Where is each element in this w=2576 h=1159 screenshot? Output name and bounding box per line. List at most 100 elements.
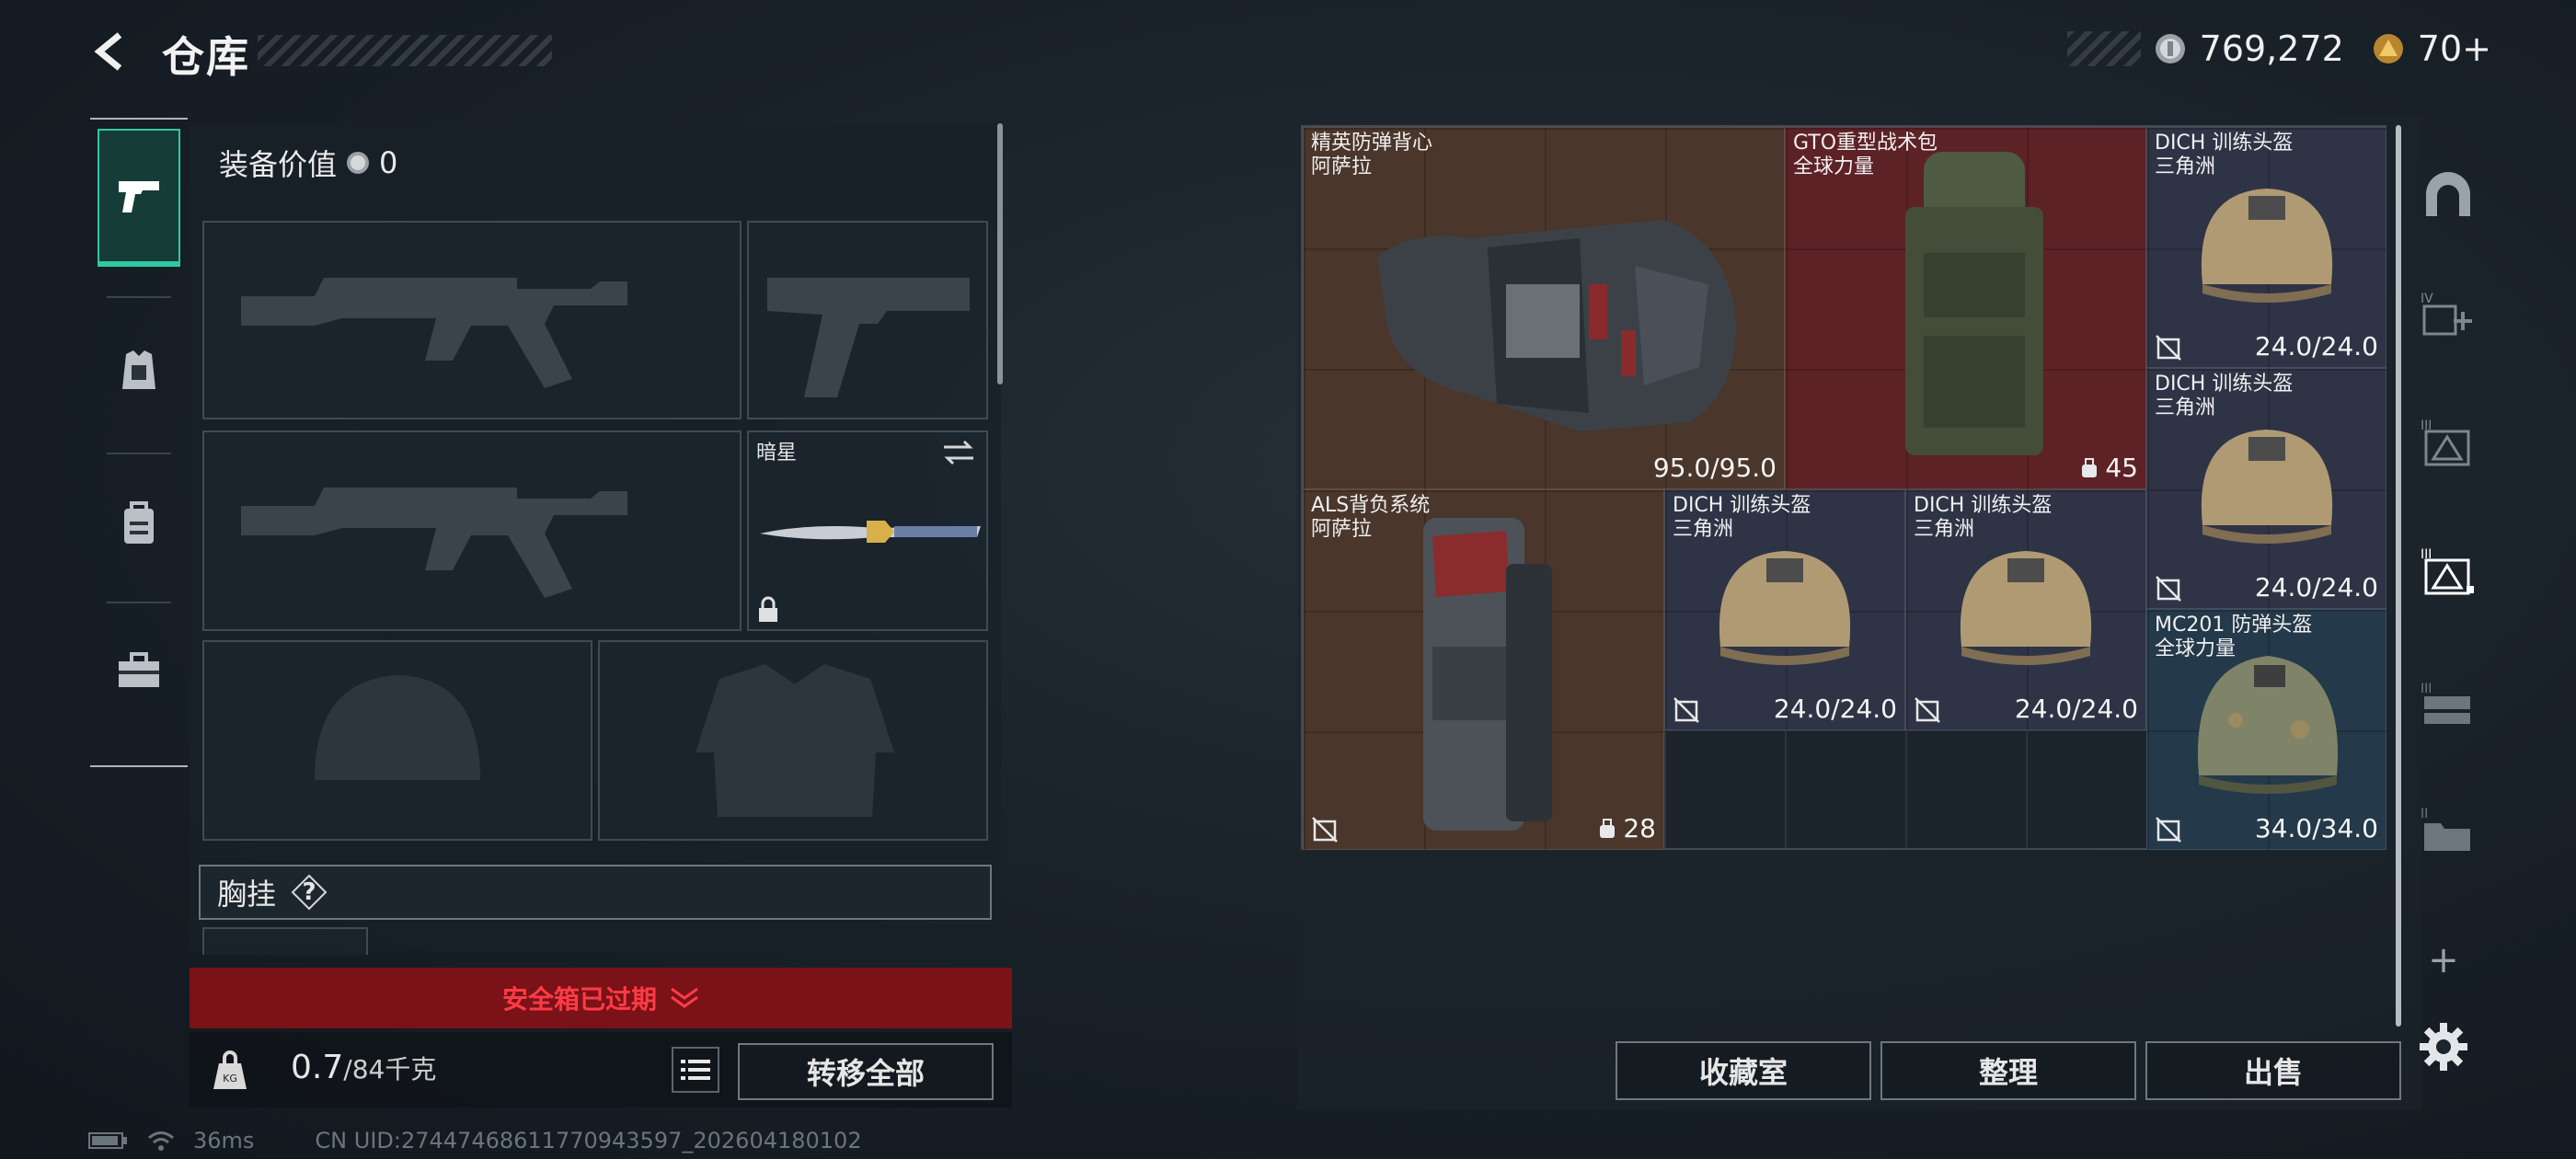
safebox-expired-banner[interactable]: 安全箱已过期: [190, 968, 1012, 1028]
helmet-art: [1719, 551, 1851, 665]
no-insure-icon: [1914, 696, 1941, 724]
currency-bar: 769,272 70+: [2066, 26, 2491, 72]
equipment-value: 装备价值 0: [219, 142, 397, 184]
tab-storage-1[interactable]: II: [2410, 791, 2486, 866]
sell-button[interactable]: 出售: [2145, 1041, 2401, 1100]
coin-icon: [2154, 32, 2187, 65]
stash-item-helmet[interactable]: DICH 训练头盔 三角洲 24.0/24.0: [1664, 489, 1905, 730]
capacity-icon: [2079, 457, 2099, 479]
equipment-panel: 装备价值 0 暗星 胸挂 ?: [190, 123, 1001, 955]
svg-text:KG: KG: [223, 1073, 237, 1084]
helmet-silhouette-icon: [315, 675, 480, 780]
rifle-silhouette-icon: [241, 278, 627, 388]
helmet-art: [2197, 656, 2339, 794]
tab-storage-3[interactable]: III: [2410, 405, 2486, 480]
chest-rig-slot[interactable]: 胸挂 ?: [199, 865, 992, 920]
currency-decoration: [2066, 31, 2141, 66]
item-durability: 24.0/24.0: [2014, 694, 2138, 724]
no-insure-icon: [2155, 334, 2182, 361]
folder-icon: II: [2421, 805, 2476, 853]
capacity-value: 45: [2105, 453, 2138, 483]
helmet-art: [1960, 551, 2092, 665]
primary-weapon-slot[interactable]: [202, 221, 742, 419]
vest-silhouette-icon: [696, 664, 894, 817]
secondary-weapon-slot[interactable]: [202, 430, 742, 631]
collection-button[interactable]: 收藏室: [1616, 1041, 1871, 1100]
weight-icon: KG: [210, 1049, 250, 1091]
swap-icon[interactable]: [940, 438, 977, 467]
sort-button[interactable]: 整理: [1880, 1041, 2136, 1100]
item-durability: 24.0/24.0: [2254, 572, 2378, 602]
coin-icon: [346, 151, 370, 175]
stash-item-helmet[interactable]: DICH 训练头盔 三角洲 24.0/24.0: [2146, 127, 2386, 368]
ticket-balance: 70+: [2417, 29, 2491, 69]
ticket-icon: [2372, 32, 2405, 65]
battery-icon: [88, 1130, 129, 1151]
help-icon[interactable]: ?: [291, 874, 328, 911]
gear-icon[interactable]: [2418, 1021, 2469, 1073]
no-insure-icon: [2155, 575, 2182, 602]
pistol-slot[interactable]: [747, 221, 988, 419]
lock-icon: [756, 596, 780, 624]
uid-text: CN UID:27447468611770943597_202604180102: [315, 1128, 862, 1153]
stash-item-helmet[interactable]: DICH 训练头盔 三角洲 24.0/24.0: [1905, 489, 2146, 730]
category-divider: [107, 296, 171, 298]
stash-item-helmet[interactable]: MC201 防弹头盔 全球力量 34.0/34.0: [2146, 609, 2386, 850]
svg-text:III: III: [2421, 682, 2432, 696]
stash-item-vest[interactable]: 精英防弹背心 阿萨拉 95.0/95.0: [1303, 127, 1785, 489]
capacity-value: 28: [1623, 813, 1656, 843]
item-name: DICH 训练头盔 三角洲: [1914, 494, 2053, 541]
item-name: 精英防弹背心 阿萨拉: [1311, 132, 1433, 178]
tab-storage-active[interactable]: III: [2410, 534, 2486, 609]
item-durability: 95.0/95.0: [1652, 453, 1777, 483]
storage-icon: III: [2421, 417, 2476, 468]
backpack-art: [1905, 152, 2043, 455]
add-tab-icon[interactable]: +: [2425, 942, 2462, 979]
rifle-silhouette-icon: [241, 488, 627, 598]
shelf-icon: III: [2421, 680, 2476, 728]
weight-current: 0.7: [291, 1049, 344, 1086]
chest-rig-label: 胸挂: [217, 877, 277, 912]
melee-slot[interactable]: 暗星: [747, 430, 988, 631]
tab-storage-4[interactable]: IV: [2410, 276, 2486, 351]
item-name: DICH 训练头盔 三角洲: [1673, 494, 1811, 541]
tab-safe-room[interactable]: [2410, 156, 2486, 232]
safebox-expired-text: 安全箱已过期: [501, 984, 657, 1015]
body-armor-slot[interactable]: [598, 640, 988, 841]
stash-item-backpack[interactable]: ALS背负系统 阿萨拉 28: [1303, 489, 1664, 850]
storage-add-icon: IV: [2421, 290, 2476, 338]
backpack-art: [1423, 518, 1552, 831]
helmet-art: [2201, 189, 2333, 303]
category-armor[interactable]: [98, 302, 180, 440]
category-weapons[interactable]: [98, 129, 180, 267]
arch-icon: [2422, 170, 2474, 218]
back-icon[interactable]: [88, 29, 132, 74]
helmet-art: [2201, 430, 2333, 544]
toolbox-icon: [117, 652, 161, 689]
storage-icon: III: [2421, 545, 2476, 597]
stash-item-helmet[interactable]: DICH 训练头盔 三角洲 24.0/24.0: [2146, 368, 2386, 609]
item-capacity: 45: [2079, 453, 2138, 483]
item-durability: 24.0/24.0: [2254, 331, 2378, 361]
armor-icon: [119, 349, 159, 393]
stash-item-backpack[interactable]: GTO重型战术包 全球力量 45: [1785, 127, 2146, 489]
stash-grid: 精英防弹背心 阿萨拉 95.0/95.0 GTO重型战术包 全球力量 45 DICH…: [1301, 125, 2386, 850]
ping-text: 36ms: [193, 1128, 255, 1153]
list-view-button[interactable]: [672, 1047, 719, 1093]
helmet-slot[interactable]: [202, 640, 592, 841]
no-insure-icon: [1673, 696, 1700, 724]
tab-storage-2[interactable]: III: [2410, 666, 2486, 741]
chest-rig-item-slot[interactable]: [202, 927, 368, 955]
equipment-scrollbar[interactable]: [997, 123, 1003, 384]
knife-art: [760, 521, 981, 543]
category-cases[interactable]: [98, 602, 180, 740]
weight-max: /84千克: [343, 1054, 437, 1084]
no-insure-icon: [1311, 816, 1339, 843]
transfer-all-button[interactable]: 转移全部: [738, 1043, 994, 1100]
weight-bar: KG 0.7/84千克 转移全部: [190, 1032, 1012, 1107]
help-mark: ?: [302, 878, 316, 906]
weight-readout: 0.7/84千克: [291, 1049, 436, 1086]
category-backpacks[interactable]: [98, 454, 180, 592]
coin-balance: 769,272: [2199, 29, 2344, 69]
stash-scrollbar[interactable]: [2396, 125, 2401, 1027]
